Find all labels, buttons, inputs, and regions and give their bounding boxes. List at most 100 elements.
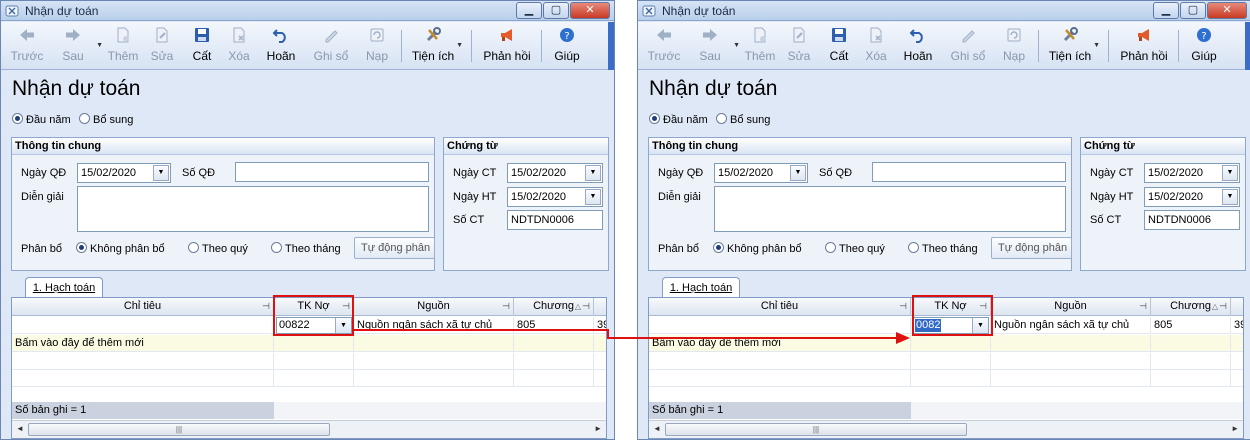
voucher-date-field[interactable]: 15/02/2020 ▼ bbox=[1144, 163, 1240, 183]
tab-hach-toan[interactable]: 1. Hạch toán bbox=[25, 277, 103, 299]
voucher-no-field[interactable]: NDTDN0006 bbox=[1144, 210, 1240, 230]
maximize-button[interactable]: ▢ bbox=[1180, 2, 1206, 19]
utilities-button[interactable]: Tiện ích ▼ bbox=[1048, 26, 1100, 66]
auto-allocate-button[interactable]: Tự động phân b bbox=[991, 237, 1072, 259]
add-button[interactable]: Thêm bbox=[105, 26, 141, 66]
edit-button[interactable]: Sửa bbox=[147, 26, 177, 66]
horizontal-scrollbar[interactable]: ◄ ||| ► bbox=[649, 420, 1243, 438]
load-button[interactable]: Nạp bbox=[998, 26, 1030, 66]
post-button[interactable]: Ghi sổ bbox=[948, 26, 988, 66]
prev-button[interactable]: Trước bbox=[9, 26, 45, 66]
pin-icon[interactable]: ⊣ bbox=[899, 298, 907, 315]
minimize-button[interactable]: ▁ bbox=[1153, 2, 1179, 19]
decision-date-field[interactable]: 15/02/2020 ▼ bbox=[77, 163, 171, 183]
cell-chi-tieu[interactable] bbox=[12, 317, 274, 334]
prev-button[interactable]: Trước bbox=[646, 26, 682, 66]
column-header-chi-tieu[interactable]: Chỉ tiêu ⊣ bbox=[649, 298, 911, 316]
allocation-month-option[interactable]: Theo tháng bbox=[271, 242, 341, 255]
pin-icon[interactable]: ⊣ bbox=[1139, 298, 1147, 315]
voucher-date-field[interactable]: 15/02/2020 ▼ bbox=[507, 163, 603, 183]
cell-extra[interactable]: 39 bbox=[594, 317, 606, 334]
utilities-button[interactable]: Tiện ích ▼ bbox=[411, 26, 463, 66]
pin-icon[interactable]: ⊣ bbox=[1219, 298, 1227, 315]
chevron-down-icon[interactable]: ▼ bbox=[1222, 165, 1238, 181]
post-button[interactable]: Ghi sổ bbox=[311, 26, 351, 66]
decision-no-field[interactable] bbox=[872, 162, 1066, 182]
pin-icon[interactable]: ⊣ bbox=[979, 298, 987, 315]
add-new-row-text[interactable]: Bấm vào đây để thêm mới bbox=[12, 335, 274, 352]
mode-option-bo-sung[interactable]: Bổ sung bbox=[716, 113, 770, 126]
scroll-right-icon[interactable]: ► bbox=[1231, 424, 1239, 433]
description-field[interactable] bbox=[714, 186, 1066, 232]
add-new-row[interactable]: Bấm vào đây để thêm mới bbox=[12, 335, 606, 352]
add-button[interactable]: Thêm bbox=[742, 26, 778, 66]
scroll-thumb[interactable]: ||| bbox=[665, 423, 967, 436]
save-button[interactable]: Cất bbox=[187, 26, 217, 66]
allocation-month-option[interactable]: Theo tháng bbox=[908, 242, 978, 255]
pin-icon[interactable]: ⊣ bbox=[262, 298, 270, 315]
allocation-none-option[interactable]: Không phân bổ bbox=[76, 242, 165, 255]
allocation-quarter-option[interactable]: Theo quý bbox=[188, 242, 248, 255]
mode-option-dau-nam[interactable]: Đầu năm bbox=[649, 113, 708, 126]
chevron-down-icon[interactable]: ▼ bbox=[790, 165, 806, 181]
pin-icon[interactable]: ⊣ bbox=[582, 298, 590, 315]
allocation-none-option[interactable]: Không phân bổ bbox=[713, 242, 802, 255]
undo-button[interactable]: Hoãn bbox=[263, 26, 299, 66]
pin-icon[interactable]: ⊣ bbox=[502, 298, 510, 315]
feedback-button[interactable]: Phản hồi bbox=[481, 26, 533, 66]
column-header-tk-no[interactable]: TK Nợ ⊣ bbox=[274, 298, 354, 316]
cell-chuong[interactable]: 805 bbox=[1151, 317, 1231, 334]
delete-button[interactable]: Xóa bbox=[860, 26, 892, 66]
help-button[interactable]: ? Giúp bbox=[1186, 26, 1222, 66]
decision-no-field[interactable] bbox=[235, 162, 429, 182]
help-button[interactable]: ? Giúp bbox=[549, 26, 585, 66]
cell-nguon[interactable]: Nguồn ngân sách xã tự chủ bbox=[991, 317, 1151, 334]
chevron-down-icon[interactable]: ▼ bbox=[585, 189, 601, 205]
feedback-button[interactable]: Phản hồi bbox=[1118, 26, 1170, 66]
minimize-button[interactable]: ▁ bbox=[516, 2, 542, 19]
cell-extra[interactable]: 39 bbox=[1231, 317, 1243, 334]
column-header-tk-no[interactable]: TK Nợ ⊣ bbox=[911, 298, 991, 316]
load-button[interactable]: Nạp bbox=[361, 26, 393, 66]
chevron-down-icon[interactable]: ▼ bbox=[153, 165, 169, 181]
pin-icon[interactable]: ⊣ bbox=[342, 298, 350, 315]
next-button[interactable]: Sau ▼ bbox=[51, 26, 103, 66]
close-button[interactable]: ✕ bbox=[570, 2, 610, 19]
column-header-chuong[interactable]: Chương △ ⊣ bbox=[1151, 298, 1231, 316]
chevron-down-icon[interactable]: ▼ bbox=[585, 165, 601, 181]
next-button[interactable]: Sau ▼ bbox=[688, 26, 740, 66]
tk-no-editor[interactable]: 0082 ▼ bbox=[913, 317, 989, 334]
cell-chuong[interactable]: 805 bbox=[514, 317, 594, 334]
close-button[interactable]: ✕ bbox=[1207, 2, 1247, 19]
column-header-nguon[interactable]: Nguồn ⊣ bbox=[991, 298, 1151, 316]
tk-no-value[interactable]: 0082 bbox=[915, 319, 942, 332]
allocation-quarter-option[interactable]: Theo quý bbox=[825, 242, 885, 255]
column-header-nguon[interactable]: Nguồn ⊣ bbox=[354, 298, 514, 316]
scroll-right-icon[interactable]: ► bbox=[594, 424, 602, 433]
chevron-down-icon[interactable]: ▼ bbox=[972, 318, 988, 333]
cell-chi-tieu[interactable] bbox=[649, 317, 911, 334]
voucher-no-field[interactable]: NDTDN0006 bbox=[507, 210, 603, 230]
mode-option-dau-nam[interactable]: Đầu năm bbox=[12, 113, 71, 126]
delete-button[interactable]: Xóa bbox=[223, 26, 255, 66]
mode-option-bo-sung[interactable]: Bổ sung bbox=[79, 113, 133, 126]
tab-hach-toan[interactable]: 1. Hạch toán bbox=[662, 277, 740, 299]
scroll-thumb[interactable]: ||| bbox=[28, 423, 330, 436]
decision-date-field[interactable]: 15/02/2020 ▼ bbox=[714, 163, 808, 183]
save-button[interactable]: Cất bbox=[824, 26, 854, 66]
add-new-row-text[interactable]: Bấm vào đây để thêm mới bbox=[649, 335, 911, 352]
chevron-down-icon[interactable]: ▼ bbox=[1222, 189, 1238, 205]
undo-button[interactable]: Hoãn bbox=[900, 26, 936, 66]
maximize-button[interactable]: ▢ bbox=[543, 2, 569, 19]
column-header-chuong[interactable]: Chương △ ⊣ bbox=[514, 298, 594, 316]
column-header-chi-tieu[interactable]: Chỉ tiêu ⊣ bbox=[12, 298, 274, 316]
accounting-date-field[interactable]: 15/02/2020 ▼ bbox=[507, 187, 603, 207]
description-field[interactable] bbox=[77, 186, 429, 232]
cell-nguon[interactable]: Nguồn ngân sách xã tự chủ bbox=[354, 317, 514, 334]
scroll-left-icon[interactable]: ◄ bbox=[653, 424, 661, 433]
edit-button[interactable]: Sửa bbox=[784, 26, 814, 66]
tk-no-value[interactable]: 00822 bbox=[278, 319, 311, 332]
chevron-down-icon[interactable]: ▼ bbox=[335, 318, 351, 333]
accounting-date-field[interactable]: 15/02/2020 ▼ bbox=[1144, 187, 1240, 207]
scroll-left-icon[interactable]: ◄ bbox=[16, 424, 24, 433]
